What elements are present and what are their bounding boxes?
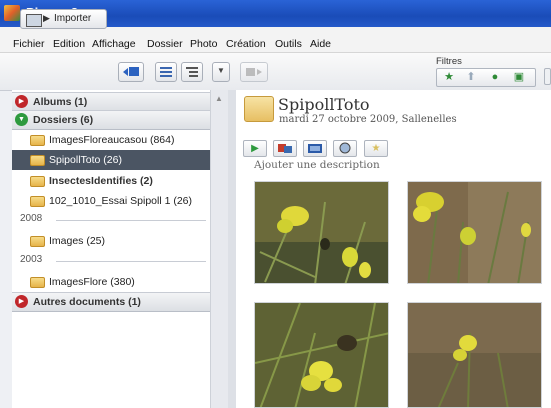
import-label: Importer <box>54 13 92 24</box>
play-icon: ▶ <box>251 143 259 154</box>
tree-view-button[interactable] <box>181 62 203 82</box>
yellow-flower-photo <box>408 303 541 407</box>
year-divider-line <box>56 261 206 262</box>
menu-dossier[interactable]: Dossier <box>147 38 183 50</box>
section-autres-documents[interactable]: ▶ Autres documents (1) <box>12 292 210 312</box>
movie-button[interactable] <box>303 140 327 157</box>
panel-splitter[interactable] <box>228 90 236 408</box>
folder-group-insectesidentifies[interactable]: InsectesIdentifies (2) <box>12 171 210 191</box>
chevron-down-icon: ▼ <box>217 66 225 75</box>
section-autres-label: Autres documents (1) <box>33 296 141 308</box>
star-icon: ★ <box>371 143 381 154</box>
folder-label: InsectesIdentifies (2) <box>49 175 153 187</box>
folder-label: SpipollToto (26) <box>49 154 122 166</box>
photo-thumbnail[interactable] <box>254 302 389 408</box>
list-view-icon <box>160 67 172 77</box>
arrow-right-icon: ▶ <box>43 13 50 23</box>
expanded-arrow-icon: ▼ <box>15 113 28 126</box>
collapsed-arrow-icon: ▶ <box>15 95 28 108</box>
globe-icon <box>339 142 351 154</box>
album-date-location[interactable]: mardi 27 octobre 2009, Sallenelles <box>279 114 457 125</box>
folder-item-images[interactable]: Images (25) <box>12 231 210 251</box>
folder-icon <box>30 176 45 187</box>
folder-label: ImagesFlore (380) <box>49 276 135 288</box>
upload-filter-icon[interactable]: ⬆ <box>461 70 481 85</box>
folder-list-scrollbar[interactable]: ▲ <box>210 90 229 408</box>
picasa-app-icon <box>4 5 20 21</box>
folder-item-essai-spipoll[interactable]: 102_1010_Essai Spipoll 1 (26) <box>12 191 210 211</box>
list-view-button[interactable] <box>155 62 177 82</box>
camera-import-icon <box>26 14 42 27</box>
album-title[interactable]: SpipollToto <box>278 95 370 114</box>
upload-button[interactable] <box>118 62 144 82</box>
star-album-button[interactable]: ★ <box>364 140 388 157</box>
photo-thumbnail[interactable] <box>407 302 542 408</box>
import-button[interactable]: ▶ Importer <box>20 9 107 29</box>
folder-icon <box>30 236 45 247</box>
folder-icon <box>30 196 45 207</box>
filter-slider[interactable] <box>544 68 551 85</box>
photo-thumbnail[interactable] <box>254 181 389 284</box>
yellow-flower-photo <box>255 182 388 283</box>
menu-outils[interactable]: Outils <box>275 38 302 50</box>
collage-icon <box>278 144 292 153</box>
view-dropdown-button[interactable]: ▼ <box>212 62 230 82</box>
folder-label: Images (25) <box>49 235 106 247</box>
tree-view-icon <box>186 67 198 77</box>
video-filter-icon[interactable]: ▣ <box>509 70 529 85</box>
yellow-flower-photo <box>255 303 388 407</box>
collapsed-arrow-icon: ▶ <box>15 295 28 308</box>
folder-label: ImagesFloreaucasou (864) <box>49 134 175 146</box>
folder-label: 102_1010_Essai Spipoll 1 (26) <box>49 195 193 207</box>
menu-bar: Fichier Edition Affichage Dossier Photo … <box>0 27 551 53</box>
filter-bar: ★ ⬆ ● ▣ <box>436 68 536 87</box>
folder-icon <box>30 135 45 146</box>
folder-list-panel: ▶ Albums (1) ▼ Dossiers (6) ImagesFlorea… <box>12 90 211 408</box>
section-albums-label: Albums (1) <box>33 96 88 108</box>
section-albums[interactable]: ▶ Albums (1) <box>12 92 210 112</box>
slideshow-export-button[interactable] <box>240 62 268 82</box>
photo-thumbnail[interactable] <box>407 181 542 284</box>
play-slideshow-button[interactable]: ▶ <box>243 140 267 157</box>
movie-icon <box>308 144 322 153</box>
section-dossiers-label: Dossiers (6) <box>33 114 94 126</box>
section-dossiers[interactable]: ▼ Dossiers (6) <box>12 110 210 130</box>
filters-label: Filtres <box>436 56 462 67</box>
album-folder-icon <box>244 96 274 122</box>
menu-fichier[interactable]: Fichier <box>13 38 45 50</box>
yellow-flower-photo <box>408 182 541 283</box>
menu-edition[interactable]: Edition <box>53 38 85 50</box>
web-album-button[interactable] <box>333 140 357 157</box>
folder-icon <box>30 277 45 288</box>
folder-item-spipolltoto[interactable]: SpipollToto (26) <box>12 150 210 170</box>
scroll-up-icon[interactable]: ▲ <box>215 94 223 103</box>
menu-affichage[interactable]: Affichage <box>92 38 136 50</box>
menu-aide[interactable]: Aide <box>310 38 331 50</box>
folder-item-imagesfloreaucasou[interactable]: ImagesFloreaucasou (864) <box>12 130 210 150</box>
menu-photo[interactable]: Photo <box>190 38 217 50</box>
year-divider-2003: 2003 <box>20 254 43 265</box>
person-filter-icon[interactable]: ● <box>485 70 505 85</box>
folder-icon <box>30 155 45 166</box>
year-divider-2008: 2008 <box>20 213 43 224</box>
star-filter-icon[interactable]: ★ <box>439 70 459 85</box>
album-description-placeholder[interactable]: Ajouter une description <box>254 159 380 171</box>
export-icon <box>246 68 262 76</box>
menu-creation[interactable]: Création <box>226 38 266 50</box>
year-divider-line <box>56 220 206 221</box>
collage-button[interactable] <box>273 140 297 157</box>
folder-item-imagesflore[interactable]: ImagesFlore (380) <box>12 272 210 292</box>
upload-icon <box>123 67 139 76</box>
